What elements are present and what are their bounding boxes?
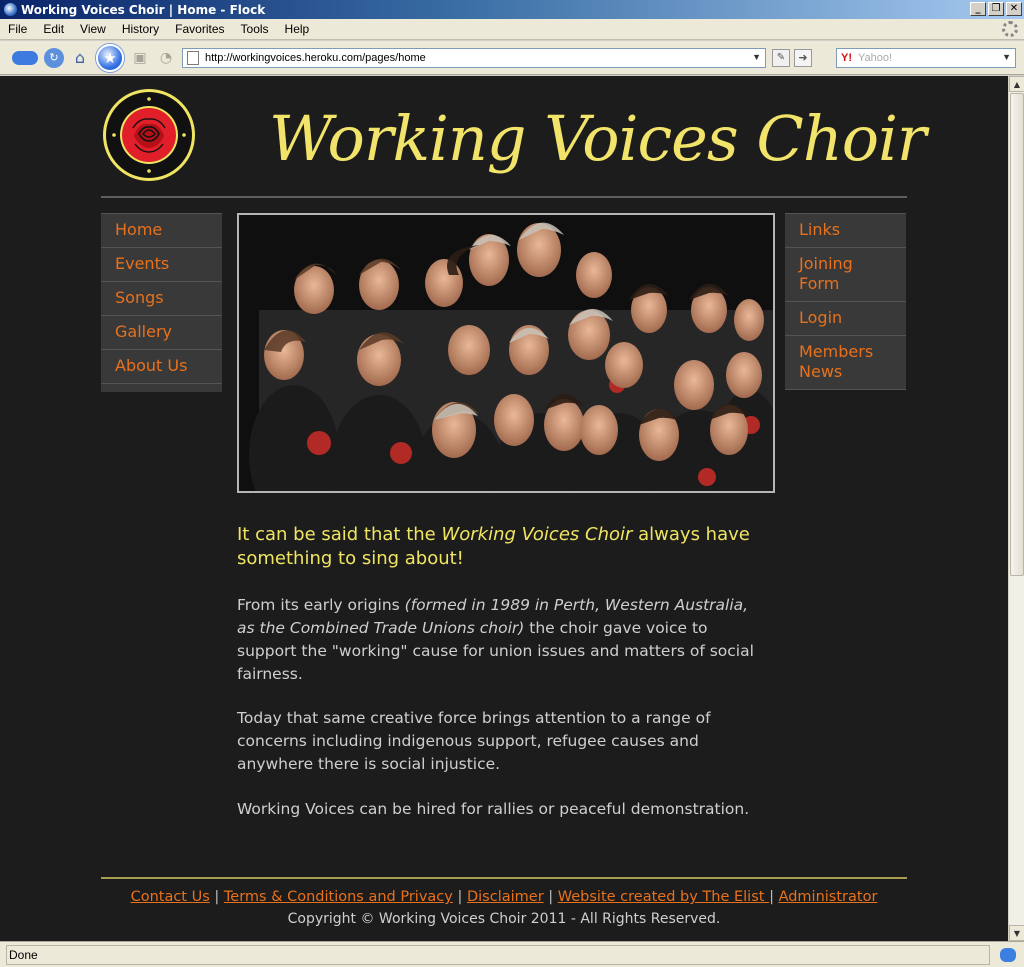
header-divider [101, 196, 907, 198]
footer-divider [101, 877, 907, 879]
copyright-notice: Copyright © Working Voices Choir 2011 - … [287, 911, 721, 927]
close-button[interactable]: ✕ [1006, 2, 1022, 16]
search-placeholder: Yahoo! [858, 51, 893, 64]
scroll-down-arrow-icon[interactable]: ▼ [1009, 925, 1024, 941]
nav-home[interactable]: Home [101, 213, 222, 248]
paragraph-today: Today that same creative force brings at… [237, 709, 711, 773]
menu-favorites[interactable]: Favorites [167, 22, 232, 36]
choir-photo [237, 213, 775, 493]
footer-separator: | [769, 889, 779, 905]
menu-history[interactable]: History [114, 22, 167, 36]
status-text: Done [6, 944, 990, 965]
nav-gallery[interactable]: Gallery [101, 316, 222, 350]
chevron-down-icon[interactable]: ▼ [1002, 52, 1011, 62]
page-viewport: Working Voices Choir Home Events Songs G… [0, 76, 1008, 941]
intro-text: It can be said that the [237, 524, 442, 545]
origins-text: From its early origins [237, 596, 405, 614]
nav-songs[interactable]: Songs [101, 282, 222, 316]
people-sidebar-icon[interactable] [12, 50, 38, 65]
chevron-down-icon[interactable]: ▼ [752, 52, 761, 62]
yahoo-icon[interactable]: Y! [841, 52, 852, 64]
menu-file[interactable]: File [0, 22, 35, 36]
menu-help[interactable]: Help [277, 22, 318, 36]
footer-contact-us-link[interactable]: Contact Us [131, 889, 210, 905]
camera-icon[interactable]: ▣ [130, 48, 150, 68]
nav-members-news[interactable]: Members News [785, 336, 906, 390]
footer-administrator-link[interactable]: Administrator [779, 889, 878, 905]
rose-logo [103, 89, 195, 181]
window-title: Working Voices Choir | Home - Flock [21, 2, 266, 17]
menu-bar: File Edit View History Favorites Tools H… [0, 19, 1024, 40]
flock-app-icon [4, 3, 17, 16]
paragraph-hire: Working Voices can be hired for rallies … [237, 800, 750, 818]
nav-joining-form[interactable]: Joining Form [785, 248, 906, 302]
window-title-bar: Working Voices Choir | Home - Flock _ ❐ … [0, 0, 1024, 19]
nav-links[interactable]: Links [785, 213, 906, 248]
menu-tools[interactable]: Tools [233, 22, 277, 36]
footer-separator: | [209, 889, 224, 905]
url-text: http://workingvoices.heroku.com/pages/ho… [205, 51, 426, 64]
nav-events[interactable]: Events [101, 248, 222, 282]
footer-separator: | [452, 889, 467, 905]
site-title: Working Voices Choir [269, 102, 927, 175]
go-arrow-icon[interactable]: ➜ [794, 48, 812, 67]
paragraph-origins: From its early origins (formed in 1989 i… [237, 594, 757, 686]
footer-terms-link[interactable]: Terms & Conditions and Privacy [224, 889, 453, 905]
footer-disclaimer-link[interactable]: Disclaimer [467, 889, 544, 905]
feed-icon[interactable]: ◔ [156, 48, 176, 68]
footer-website-credit-link[interactable]: Website created by The Elist [558, 889, 769, 905]
intro-choir-name: Working Voices Choir [441, 524, 633, 545]
home-icon[interactable]: ⌂ [70, 48, 90, 68]
vertical-scrollbar[interactable]: ▲ ▼ [1008, 76, 1024, 941]
footer-separator: | [543, 889, 558, 905]
footer-links: Contact Us | Terms & Conditions and Priv… [101, 889, 907, 905]
right-navigation: Links Joining Form Login Members News [785, 213, 906, 390]
intro-heading: It can be said that the Working Voices C… [237, 523, 757, 571]
navigation-toolbar: ↻ ⌂ ★ ▣ ◔ http://workingvoices.heroku.co… [0, 41, 1024, 75]
scrollbar-thumb[interactable] [1010, 93, 1024, 576]
page-icon [187, 50, 199, 65]
menu-edit[interactable]: Edit [35, 22, 72, 36]
loading-throbber-icon [1002, 21, 1018, 37]
blog-this-icon[interactable]: ✎ [772, 48, 790, 67]
maximize-button[interactable]: ❐ [988, 2, 1004, 16]
reload-icon[interactable]: ↻ [44, 47, 64, 68]
left-navigation: Home Events Songs Gallery About Us [101, 213, 222, 392]
chat-bubble-icon[interactable] [1000, 947, 1016, 962]
address-bar[interactable]: http://workingvoices.heroku.com/pages/ho… [182, 47, 766, 68]
scroll-up-arrow-icon[interactable]: ▲ [1009, 76, 1024, 92]
menu-view[interactable]: View [72, 22, 114, 36]
nav-login[interactable]: Login [785, 302, 906, 336]
nav-bottom-padding [101, 384, 222, 392]
nav-about-us[interactable]: About Us [101, 350, 222, 384]
star-favorite-icon[interactable]: ★ [96, 43, 124, 72]
status-bar: Done [0, 941, 1024, 967]
search-input[interactable]: Y! Yahoo! ▼ [836, 47, 1016, 68]
minimize-button[interactable]: _ [970, 2, 986, 16]
